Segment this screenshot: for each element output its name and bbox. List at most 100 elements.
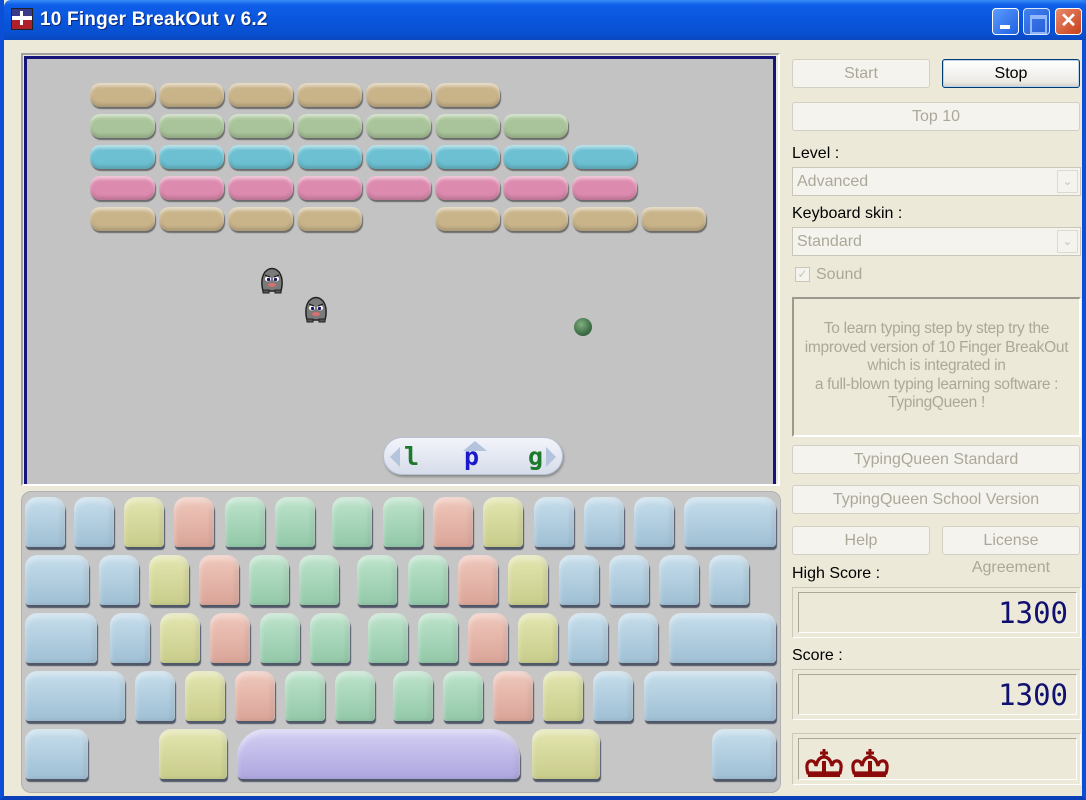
keyboard-key[interactable] <box>235 671 275 721</box>
keyboard-key[interactable] <box>110 613 150 663</box>
keyboard-key[interactable] <box>249 555 289 605</box>
keyboard-key[interactable] <box>532 729 600 779</box>
keyboard-key[interactable] <box>160 613 200 663</box>
keyboard-key[interactable] <box>709 555 749 605</box>
keyboard-key[interactable] <box>185 671 225 721</box>
ball <box>574 318 592 336</box>
start-button[interactable]: Start <box>792 59 930 88</box>
keyboard-key[interactable] <box>433 497 473 547</box>
keyboard-key[interactable] <box>518 613 558 663</box>
brick <box>365 83 431 107</box>
keyboard-key[interactable] <box>408 555 448 605</box>
keyboard-key[interactable] <box>393 671 433 721</box>
info-line: which is integrated in <box>867 357 1006 374</box>
score-value: 1300 <box>998 678 1068 712</box>
typingqueen-standard-button[interactable]: TypingQueen Standard <box>792 445 1080 474</box>
help-button[interactable]: Help <box>792 526 930 555</box>
brick <box>296 207 362 231</box>
keyboard-key[interactable] <box>368 613 408 663</box>
keyboard-key[interactable] <box>593 671 633 721</box>
chevron-down-icon[interactable]: ⌄ <box>1057 170 1078 193</box>
keyboard-key[interactable] <box>310 613 350 663</box>
keyboard-key[interactable] <box>135 671 175 721</box>
brick <box>572 145 638 169</box>
brick <box>227 83 293 107</box>
brick <box>365 145 431 169</box>
spacebar-key[interactable] <box>237 729 520 779</box>
minimize-button[interactable] <box>992 8 1019 35</box>
keyboard-key[interactable] <box>299 555 339 605</box>
brick <box>158 207 224 231</box>
chevron-down-icon[interactable]: ⌄ <box>1057 230 1078 253</box>
keyboard-key[interactable] <box>493 671 533 721</box>
top10-button[interactable]: Top 10 <box>792 102 1080 131</box>
keyboard-key[interactable] <box>609 555 649 605</box>
keyboard-key[interactable] <box>25 671 125 721</box>
keyboard-key[interactable] <box>174 497 214 547</box>
stop-button[interactable]: Stop <box>942 59 1080 88</box>
keyboard-key[interactable] <box>443 671 483 721</box>
keyboard-key[interactable] <box>99 555 139 605</box>
keyboard-key[interactable] <box>159 729 227 779</box>
brick <box>503 145 569 169</box>
keyboard-key[interactable] <box>275 497 315 547</box>
keyboard-key[interactable] <box>483 497 523 547</box>
keyboard-key[interactable] <box>335 671 375 721</box>
keyboard-key[interactable] <box>25 497 65 547</box>
keyboard-key[interactable] <box>25 555 89 605</box>
license-agreement-button[interactable]: License Agreement <box>942 526 1080 576</box>
keyboard-key[interactable] <box>199 555 239 605</box>
keyboard-key[interactable] <box>468 613 508 663</box>
brick <box>503 207 569 231</box>
keyboard-key[interactable] <box>568 613 608 663</box>
keyboard-key[interactable] <box>124 497 164 547</box>
keyboard-key[interactable] <box>25 613 97 663</box>
brick <box>90 207 155 231</box>
keyboard-key[interactable] <box>659 555 699 605</box>
keyboard-key[interactable] <box>712 729 776 779</box>
keyboard-key[interactable] <box>74 497 114 547</box>
keyboard-key[interactable] <box>383 497 423 547</box>
brick <box>296 114 362 138</box>
keyboard-skin-value: Standard <box>797 233 862 250</box>
crown-icon <box>805 749 843 777</box>
info-line: improved version of 10 Finger BreakOut <box>804 338 1069 356</box>
brick <box>365 176 431 200</box>
keyboard-key[interactable] <box>634 497 674 547</box>
keyboard-key[interactable] <box>534 497 574 547</box>
keyboard-key[interactable] <box>225 497 265 547</box>
keyboard-key[interactable] <box>332 497 372 547</box>
close-button[interactable]: ✕ <box>1055 8 1082 35</box>
keyboard-key[interactable] <box>584 497 624 547</box>
keyboard-key[interactable] <box>149 555 189 605</box>
paddle[interactable]: l p g <box>383 437 563 475</box>
game-area[interactable]: l p g <box>24 56 776 484</box>
keyboard-key[interactable] <box>618 613 658 663</box>
sound-label: Sound <box>816 266 863 283</box>
keyboard-key[interactable] <box>357 555 397 605</box>
keyboard-key[interactable] <box>508 555 548 605</box>
keyboard-key[interactable] <box>644 671 776 721</box>
paddle-letter: l <box>404 442 420 471</box>
keyboard-key[interactable] <box>458 555 498 605</box>
brick <box>434 176 500 200</box>
maximize-button[interactable] <box>1023 8 1050 35</box>
title-bar[interactable]: 10 Finger BreakOut v 6.2 ✕ <box>4 0 1086 40</box>
keyboard-key[interactable] <box>684 497 776 547</box>
keyboard-key[interactable] <box>669 613 776 663</box>
keyboard-key[interactable] <box>418 613 458 663</box>
keyboard-key[interactable] <box>285 671 325 721</box>
app-icon[interactable] <box>11 8 33 30</box>
typingqueen-school-button[interactable]: TypingQueen School Version <box>792 485 1080 514</box>
keyboard-key[interactable] <box>210 613 250 663</box>
brick <box>503 176 569 200</box>
sound-checkbox[interactable]: ✓ <box>795 267 810 282</box>
keyboard-key[interactable] <box>260 613 300 663</box>
brick <box>434 207 500 231</box>
keyboard-key[interactable] <box>543 671 583 721</box>
keyboard-skin-select[interactable]: Standard ⌄ <box>792 227 1081 256</box>
info-line: To learn typing step by step try the <box>823 320 1050 337</box>
level-select[interactable]: Advanced ⌄ <box>792 167 1081 196</box>
keyboard-key[interactable] <box>25 729 88 779</box>
keyboard-key[interactable] <box>559 555 599 605</box>
